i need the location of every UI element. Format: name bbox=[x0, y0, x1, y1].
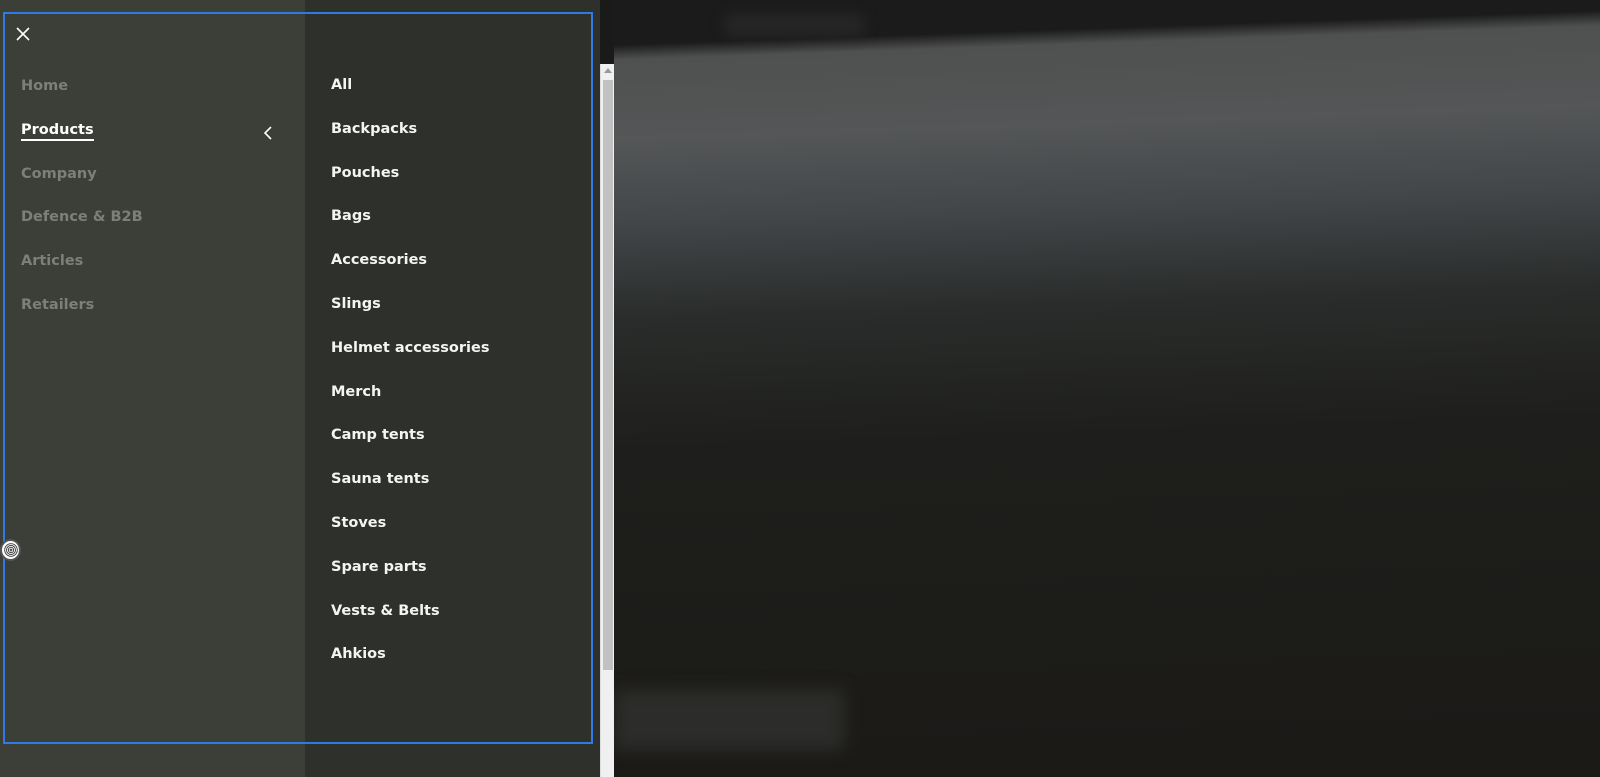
navigation-drawer: Home Products Company Defence & B2B Articles… bbox=[0, 0, 600, 777]
blurred-logo bbox=[724, 14, 864, 36]
main-menu: Home Products Company Defence & B2B Articles… bbox=[21, 78, 143, 341]
submenu-item-sauna-tents[interactable]: Sauna tents bbox=[331, 471, 489, 515]
submenu-item-all[interactable]: All bbox=[331, 77, 489, 121]
submenu-item-slings[interactable]: Slings bbox=[331, 296, 489, 340]
nav-item-label: Articles bbox=[21, 253, 84, 270]
nav-item-company[interactable]: Company bbox=[21, 166, 143, 210]
fingerprint-icon[interactable] bbox=[0, 539, 21, 561]
chevron-left-icon[interactable] bbox=[262, 125, 274, 141]
nav-item-label: Products bbox=[21, 121, 94, 141]
products-submenu: All Backpacks Pouches Bags Accessories Slings… bbox=[331, 77, 489, 690]
submenu-item-accessories[interactable]: Accessories bbox=[331, 252, 489, 296]
submenu-item-vests-belts[interactable]: Vests & Belts bbox=[331, 603, 489, 647]
submenu-item-bags[interactable]: Bags bbox=[331, 208, 489, 252]
nav-item-label: Defence & B2B bbox=[21, 209, 143, 226]
scrollbar[interactable] bbox=[600, 64, 614, 777]
submenu-item-pouches[interactable]: Pouches bbox=[331, 165, 489, 209]
nav-item-articles[interactable]: Articles bbox=[21, 253, 143, 297]
submenu-item-ahkios[interactable]: Ahkios bbox=[331, 646, 489, 690]
blurred-page-background bbox=[614, 0, 1600, 777]
nav-item-label: Company bbox=[21, 165, 97, 182]
submenu-item-helmet-accessories[interactable]: Helmet accessories bbox=[331, 340, 489, 384]
submenu-item-merch[interactable]: Merch bbox=[331, 384, 489, 428]
submenu-item-spare-parts[interactable]: Spare parts bbox=[331, 559, 489, 603]
blurred-hero-text bbox=[614, 690, 844, 750]
nav-item-retailers[interactable]: Retailers bbox=[21, 297, 143, 341]
submenu-item-stoves[interactable]: Stoves bbox=[331, 515, 489, 559]
submenu-item-camp-tents[interactable]: Camp tents bbox=[331, 427, 489, 471]
nav-item-products[interactable]: Products bbox=[21, 121, 143, 166]
scrollbar-thumb[interactable] bbox=[603, 80, 613, 670]
close-icon[interactable] bbox=[14, 25, 32, 43]
submenu-item-backpacks[interactable]: Backpacks bbox=[331, 121, 489, 165]
scroll-up-arrow-icon[interactable] bbox=[604, 68, 612, 73]
nav-item-label: Home bbox=[21, 78, 69, 94]
nav-item-home[interactable]: Home bbox=[21, 78, 143, 122]
nav-item-label: Retailers bbox=[21, 296, 95, 313]
nav-item-defence-b2b[interactable]: Defence & B2B bbox=[21, 209, 143, 253]
